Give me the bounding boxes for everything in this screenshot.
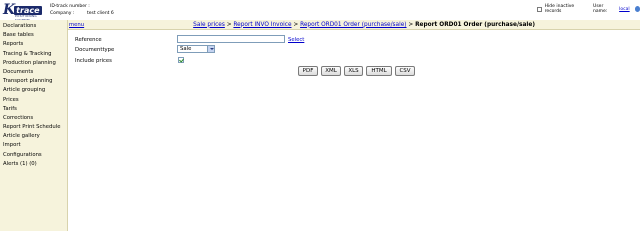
export-buttons: PDF XML XLS HTML CSV [298,66,415,76]
sidebar-item-report-print-schedule[interactable]: Report Print Schedule [0,123,67,132]
hide-inactive-label: Hide inactive records [544,4,575,14]
logout-icon[interactable] [634,6,640,12]
user-name-label: User name: [593,4,608,14]
sidebar-item-reports[interactable]: Reports [0,40,67,49]
sidebar-item-prices[interactable]: Prices [0,96,67,105]
xls-button[interactable]: XLS [344,66,363,76]
sidebar-item-tarifs[interactable]: Tarifs [0,105,67,114]
documenttype-select[interactable]: Sale [177,45,215,53]
reference-input[interactable] [177,35,285,43]
breadcrumb-separator: > [291,21,301,28]
sidebar-item-article-gallery[interactable]: Article gallery [0,132,67,141]
csv-button[interactable]: CSV [395,66,415,76]
xml-button[interactable]: XML [321,66,341,76]
documenttype-value: Sale [180,46,192,52]
ktrace-logo[interactable]: Ktrace POSITIONING SYSTEMS [3,3,47,22]
include-prices-label: Include prices [75,58,112,64]
sidebar-item-base-tables[interactable]: Base tables [0,31,67,40]
documenttype-label: Documenttype [75,47,115,53]
id-track-label: ID-track number : [50,4,90,9]
pdf-button[interactable]: PDF [298,66,318,76]
breadcrumb-current: Report ORD01 Order (purchase/sale) [415,21,535,28]
reference-label: Reference [75,37,102,43]
sidebar-item-import[interactable]: Import [0,141,67,150]
sidebar-item-article-grouping[interactable]: Article grouping [0,86,67,95]
sidebar-item-alerts[interactable]: Alerts (1) (0) [0,160,67,169]
user-name-link[interactable]: local [619,7,630,12]
include-prices-checkbox[interactable] [178,57,184,63]
header: Ktrace POSITIONING SYSTEMS ID-track numb… [0,0,640,22]
sidebar-item-documents[interactable]: Documents [0,68,67,77]
breadcrumb-ord01-link[interactable]: Report ORD01 Order (purchase/sale) [300,22,406,28]
header-right: Hide inactive records User name: local [537,4,640,14]
company-value: test client 6 [87,11,114,16]
top-bar: menu Sale prices > Report INVO Invoice >… [68,20,640,30]
hide-inactive-checkbox[interactable] [537,6,542,12]
sidebar-item-configurations[interactable]: Configurations [0,151,67,160]
sidebar-item-transport-planning[interactable]: Transport planning [0,77,67,86]
menu-link[interactable]: menu [69,22,84,28]
sidebar-item-corrections[interactable]: Corrections [0,114,67,123]
breadcrumb-invo-invoice[interactable]: Report INVO Invoice [233,22,291,28]
select-link[interactable]: Select [288,37,304,43]
html-button[interactable]: HTML [366,66,392,76]
chevron-down-icon[interactable] [207,46,214,52]
sidebar-item-declarations[interactable]: Declarations [0,22,67,31]
company-label: Company : [50,11,75,16]
sidebar: Declarations Base tables Reports Tracing… [0,20,68,231]
breadcrumb-separator: > [406,21,416,28]
sidebar-item-tracing-tracking[interactable]: Tracing & Tracking [0,50,67,59]
sidebar-item-production-planning[interactable]: Production planning [0,59,67,68]
breadcrumb: Sale prices > Report INVO Invoice > Repo… [193,22,535,28]
breadcrumb-sale-prices[interactable]: Sale prices [193,22,225,28]
